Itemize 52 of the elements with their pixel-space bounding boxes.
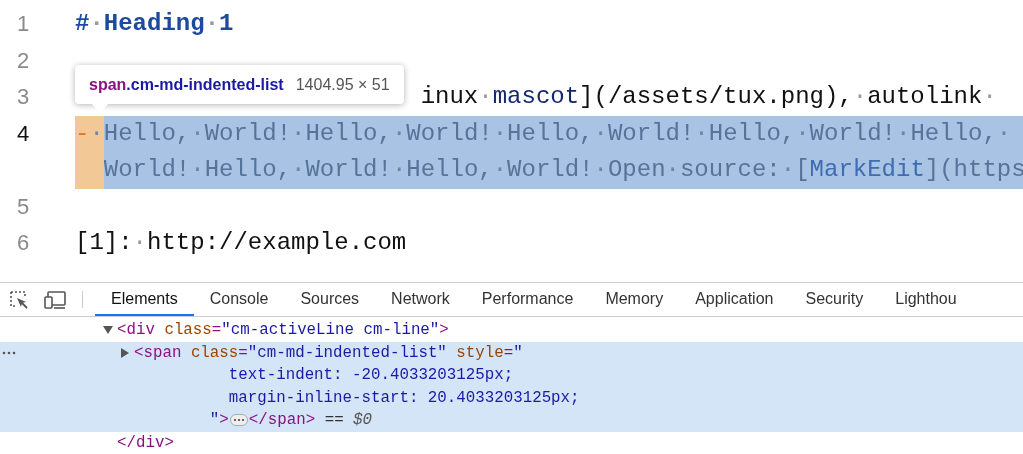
attribute-value: "	[208, 410, 220, 431]
attribute-name: class	[189, 342, 239, 364]
code-text: inux·	[420, 83, 493, 110]
list-marker: -·	[75, 119, 104, 147]
device-icon[interactable]	[44, 289, 68, 310]
link-text: mascot	[492, 83, 580, 110]
html-tag: =	[238, 341, 248, 364]
attribute-name: style	[455, 342, 504, 364]
attribute-value: "cm-activeLine cm-line"	[221, 320, 440, 341]
code-text: ==	[323, 410, 345, 431]
html-tag: >	[219, 409, 229, 432]
attribute-value: "	[513, 342, 523, 364]
html-tag: </span>	[248, 409, 316, 432]
html-tag: =	[503, 341, 514, 364]
devtools-tab[interactable]: Sources	[284, 283, 376, 316]
line-number: 5	[16, 192, 31, 221]
code-text: World!·Hello,·World!·Hello,·World!·Open·source:·[	[103, 156, 810, 183]
attribute-value: "cm-md-indented-list"	[247, 342, 447, 364]
devtools-tab[interactable]: Elements	[95, 283, 194, 316]
devtools-tab[interactable]: Network	[375, 283, 466, 316]
devtools-tab[interactable]: Performance	[465, 283, 590, 316]
line-number: 2	[16, 46, 31, 75]
link-text: MarkEdit	[809, 156, 925, 183]
code-text: [1]:·http://example.com	[75, 229, 407, 256]
line-number: 4	[16, 119, 31, 148]
ellipsis-icon[interactable]	[229, 414, 248, 427]
attribute-value: text-indent: -20.4033203125px;	[227, 365, 514, 386]
element-selector: span.cm-md-indented-list	[89, 75, 284, 94]
heading-text: #·Heading·1	[75, 10, 234, 37]
code-text: ](/assets/tux.png),·autolink·	[579, 83, 997, 110]
attribute-name: class	[163, 320, 212, 341]
inspect-icon[interactable]	[8, 288, 30, 311]
code-text: Hello,·World!·Hello,·World!·Hello,·World!·Hello,·World!·Hello,·	[103, 119, 1012, 147]
line-number: 1	[16, 10, 31, 38]
node-hint: $0	[353, 410, 373, 431]
element-size: 1404.95 × 51	[295, 75, 390, 94]
devtools-tab[interactable]: Console	[193, 283, 285, 316]
more-icon[interactable]	[2, 350, 16, 355]
code-text: ](https	[924, 156, 1023, 183]
html-tag: =	[211, 319, 222, 342]
devtools-tab[interactable]: Application	[679, 283, 790, 316]
html-tag: </div>	[117, 431, 174, 454]
attribute-value: margin-inline-start: 20.4033203125px;	[227, 387, 580, 409]
html-tag: <span	[134, 341, 182, 364]
line-number: 6	[16, 229, 31, 257]
devtools-tab[interactable]: Memory	[589, 283, 680, 316]
line-number: 3	[16, 83, 31, 111]
devtools-tab[interactable]: Lighthou	[879, 283, 973, 316]
devtools-tab[interactable]: Security	[789, 283, 880, 316]
expand-arrow-icon[interactable]	[103, 326, 113, 335]
html-tag: >	[439, 319, 449, 342]
html-tag: <div	[117, 319, 155, 342]
